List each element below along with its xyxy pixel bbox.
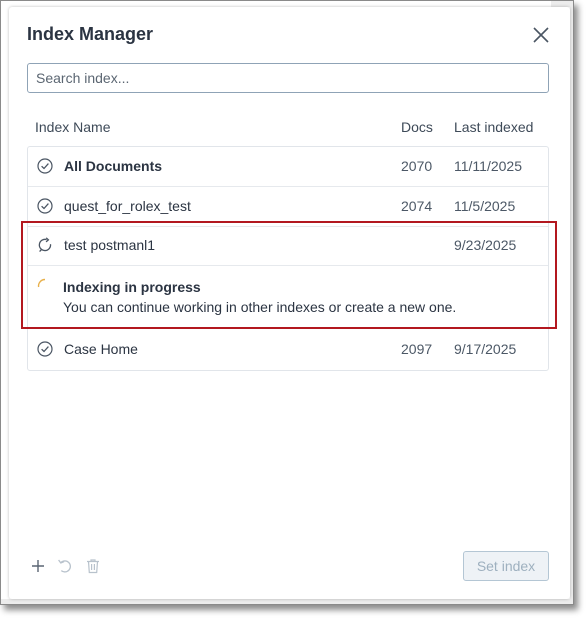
index-table: All Documents 2070 11/11/2025 quest_for_… (27, 146, 549, 371)
set-index-button[interactable]: Set index (463, 551, 549, 581)
index-last-indexed: 9/17/2025 (454, 341, 517, 357)
index-docs: 2074 (401, 198, 433, 214)
index-name: All Documents (64, 158, 163, 174)
background-edge (1, 599, 573, 604)
index-last-indexed: 9/23/2025 (454, 237, 517, 253)
index-docs: 2097 (401, 341, 433, 357)
index-manager-dialog: Index Manager Index Name Docs Last index… (9, 7, 570, 599)
check-circle-icon (37, 198, 53, 214)
index-last-indexed: 11/11/2025 (454, 158, 522, 174)
plus-icon (32, 560, 44, 572)
close-icon (533, 27, 549, 43)
reindex-button[interactable] (56, 557, 74, 575)
index-docs: 2070 (401, 158, 433, 174)
column-header-last-indexed[interactable]: Last indexed (454, 119, 533, 135)
progress-title: Indexing in progress (63, 279, 201, 295)
search-input[interactable] (27, 63, 549, 93)
table-row[interactable]: All Documents 2070 11/11/2025 (28, 147, 548, 187)
column-header-docs[interactable]: Docs (401, 119, 433, 135)
index-last-indexed: 11/5/2025 (454, 198, 516, 214)
table-row[interactable]: test postmanl1 9/23/2025 (28, 226, 548, 266)
background-edge (570, 1, 573, 604)
index-name: test postmanl1 (64, 237, 156, 253)
table-row[interactable]: Case Home 2097 9/17/2025 (28, 330, 548, 369)
index-name: quest_for_rolex_test (64, 198, 191, 214)
check-circle-icon (37, 341, 53, 357)
indexing-progress-panel: Indexing in progress You can continue wo… (28, 265, 548, 328)
index-name: Case Home (64, 341, 138, 357)
column-header-name[interactable]: Index Name (35, 119, 110, 135)
undo-icon (58, 559, 72, 573)
refresh-icon (38, 237, 52, 253)
table-row[interactable]: quest_for_rolex_test 2074 11/5/2025 (28, 187, 548, 227)
progress-message: You can continue working in other indexe… (63, 299, 457, 315)
check-circle-icon (37, 158, 53, 174)
add-index-button[interactable] (29, 557, 47, 575)
dialog-title: Index Manager (27, 24, 154, 44)
trash-icon (87, 559, 99, 574)
screenshot-frame: Index Manager Index Name Docs Last index… (0, 0, 574, 605)
loading-spinner-icon (37, 278, 46, 288)
delete-index-button[interactable] (84, 557, 102, 575)
close-button[interactable] (531, 25, 551, 45)
